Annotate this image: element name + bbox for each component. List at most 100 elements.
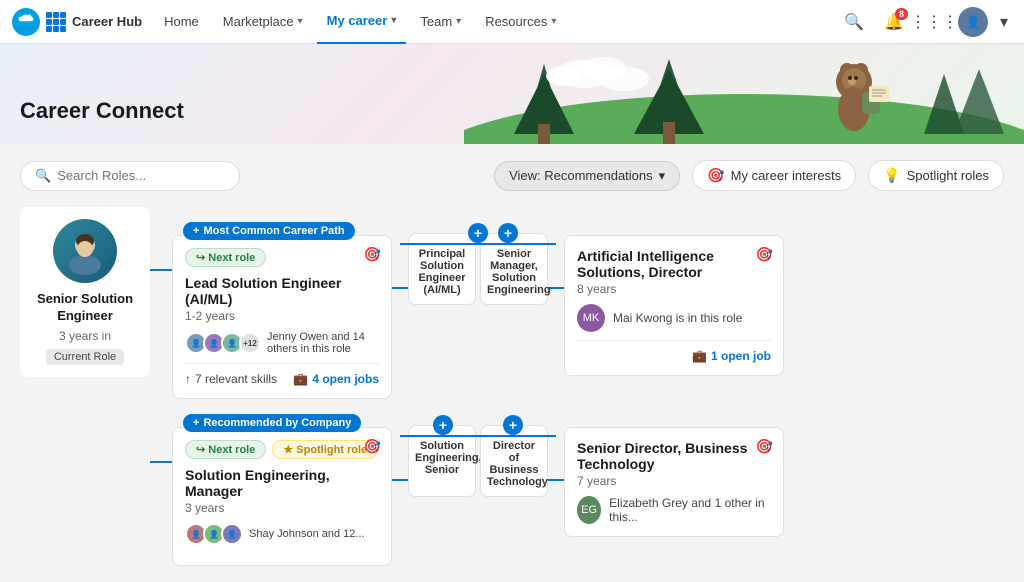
salesforce-logo <box>12 8 40 36</box>
card-footer-1: ↑ 7 relevant skills 💼 4 open jobs <box>185 363 379 386</box>
briefcase-icon: 💼 <box>293 372 308 386</box>
mid-h-line <box>400 243 556 245</box>
arrow-icon: ↪ <box>196 252 205 264</box>
next-role-badge-2: ↪ Next role <box>185 440 266 459</box>
paths-container: + Most Common Career Path ↪ Next role 🎯 … <box>150 217 784 566</box>
card-jobs: 💼 4 open jobs <box>293 372 379 386</box>
nav-resources[interactable]: Resources ▾ <box>475 0 566 44</box>
path-row-2: + Recommended by Company ↪ Next role ★ S… <box>150 409 784 566</box>
app-grid-icon <box>46 12 66 32</box>
far-card-years: 8 years <box>577 282 771 296</box>
avatar-6: 👤 <box>221 523 243 545</box>
people-avatars: 👤 👤 👤 +12 <box>185 332 261 354</box>
middle-cards-1: + + Principal Solution Engineer (AI/ML) … <box>408 233 548 305</box>
card-years-2: 3 years <box>185 501 379 515</box>
far-card-person-2: EG Elizabeth Grey and 1 other in this... <box>577 496 771 524</box>
card-people-1: 👤 👤 👤 +12 Jenny Owen and 14 others in th… <box>185 331 379 355</box>
briefcase-icon: 💼 <box>692 349 707 363</box>
far-card-person-text-2: Elizabeth Grey and 1 other in this... <box>609 496 771 524</box>
far-card-title-2: Senior Director, Business Technology <box>577 440 771 472</box>
target-icon-2: 🎯 <box>364 438 381 455</box>
user-avatar[interactable]: 👤 <box>958 7 988 37</box>
far-card-jobs: 💼 1 open job <box>692 349 771 363</box>
card-title-1: Lead Solution Engineer (AI/ML) <box>185 275 379 307</box>
nav-marketplace[interactable]: Marketplace ▾ <box>213 0 313 44</box>
chevron-down-icon: ▾ <box>391 15 396 26</box>
h-connector-1 <box>392 287 408 289</box>
h-connector-3 <box>392 479 408 481</box>
chevron-down-icon: ▾ <box>456 16 461 27</box>
card-skills: ↑ 7 relevant skills <box>185 372 277 386</box>
nav-my-career[interactable]: My career ▾ <box>317 0 407 44</box>
user-menu-chevron[interactable]: ▾ <box>996 6 1012 38</box>
path-row-1: + Most Common Career Path ↪ Next role 🎯 … <box>150 217 784 399</box>
far-card-years-2: 7 years <box>577 474 771 488</box>
next-role-card-2: + Recommended by Company ↪ Next role ★ S… <box>172 427 392 566</box>
nav-home[interactable]: Home <box>154 0 209 44</box>
interests-icon: 🎯 <box>707 167 724 184</box>
main-content: 🔍 View: Recommendations ▾ 🎯 My career in… <box>0 144 1024 582</box>
notifications-button[interactable]: 🔔 8 <box>878 6 910 38</box>
far-card-title: Artificial Intelligence Solutions, Direc… <box>577 248 771 280</box>
far-card-person-text: Mai Kwong is in this role <box>613 311 742 325</box>
sub-badges: ↪ Next role <box>185 248 379 267</box>
most-common-badge: + Most Common Career Path <box>183 222 355 240</box>
chevron-down-icon: ▾ <box>551 16 556 27</box>
far-card-1: 🎯 Artificial Intelligence Solutions, Dir… <box>564 235 784 376</box>
plus-node-3: + <box>433 415 453 435</box>
current-role-years: 3 years in <box>59 329 111 343</box>
nav-team[interactable]: Team ▾ <box>410 0 471 44</box>
search-button[interactable]: 🔍 <box>838 6 870 38</box>
path-badges: + Most Common Career Path <box>183 222 355 240</box>
hero-banner: Career Connect <box>0 44 1024 144</box>
navigation: Career Hub Home Marketplace ▾ My career … <box>0 0 1024 44</box>
toolbar: 🔍 View: Recommendations ▾ 🎯 My career in… <box>20 160 1004 191</box>
chevron-down-icon: ▾ <box>1000 12 1008 32</box>
arrow-icon: ↪ <box>196 444 205 456</box>
target-icon: 🎯 <box>364 246 381 263</box>
chevron-down-icon: ▾ <box>659 168 666 184</box>
middle-cards-2: + + Solution Engineering, Senior Directo… <box>408 425 548 497</box>
mid-card-wrapper-2: + + Solution Engineering, Senior Directo… <box>408 425 548 497</box>
career-path-area: Senior Solution Engineer 3 years in Curr… <box>20 207 1004 566</box>
mid-card-wrapper-1: + + Principal Solution Engineer (AI/ML) … <box>408 233 548 305</box>
avatar-more: +12 <box>239 332 261 354</box>
people-avatars-2: 👤 👤 👤 <box>185 523 243 545</box>
search-box[interactable]: 🔍 <box>20 161 240 191</box>
search-input[interactable] <box>57 168 227 183</box>
people-text-1: Jenny Owen and 14 others in this role <box>267 331 379 355</box>
target-icon: 🎯 <box>756 246 773 263</box>
app-logo[interactable]: Career Hub <box>12 8 142 36</box>
people-text-2: Shay Johnson and 12... <box>249 528 365 540</box>
sub-badges-2: ↪ Next role ★ Spotlight role <box>185 440 379 459</box>
hero-title: Career Connect <box>20 98 184 124</box>
current-role-name: Senior Solution Engineer <box>28 291 142 325</box>
spotlight-roles-button[interactable]: 💡 Spotlight roles <box>868 160 1004 191</box>
app-name: Career Hub <box>72 14 142 29</box>
far-card-avatar: MK <box>577 304 605 332</box>
target-icon-3: 🎯 <box>756 438 773 455</box>
plus-node-inner: + <box>498 223 518 243</box>
card-people-2: 👤 👤 👤 Shay Johnson and 12... <box>185 523 379 545</box>
chevron-down-icon: ▾ <box>298 16 303 27</box>
plus-icon: + <box>193 225 199 237</box>
hero-illustration <box>464 44 1024 144</box>
far-card-2: 🎯 Senior Director, Business Technology 7… <box>564 427 784 537</box>
search-icon: 🔍 <box>35 168 51 184</box>
star-icon: ★ <box>283 444 293 456</box>
far-card-person: MK Mai Kwong is in this role <box>577 304 771 332</box>
plus-node-4: + <box>503 415 523 435</box>
my-career-interests-button[interactable]: 🎯 My career interests <box>692 160 856 191</box>
plus-icon: + <box>193 417 199 429</box>
notification-badge: 8 <box>895 8 908 20</box>
spotlight-icon: 💡 <box>883 167 900 184</box>
apps-button[interactable]: ⋮⋮⋮ <box>918 6 950 38</box>
current-role-card: Senior Solution Engineer 3 years in Curr… <box>20 207 150 377</box>
current-user-avatar <box>53 219 117 283</box>
h-connector-4 <box>548 479 564 481</box>
nav-actions: 🔍 🔔 8 ⋮⋮⋮ 👤 ▾ <box>838 6 1012 38</box>
card-title-2: Solution Engineering, Manager <box>185 467 379 499</box>
plus-node-1: + <box>468 223 488 243</box>
view-recommendations-button[interactable]: View: Recommendations ▾ <box>494 161 680 191</box>
spotlight-badge: ★ Spotlight role <box>272 440 378 459</box>
